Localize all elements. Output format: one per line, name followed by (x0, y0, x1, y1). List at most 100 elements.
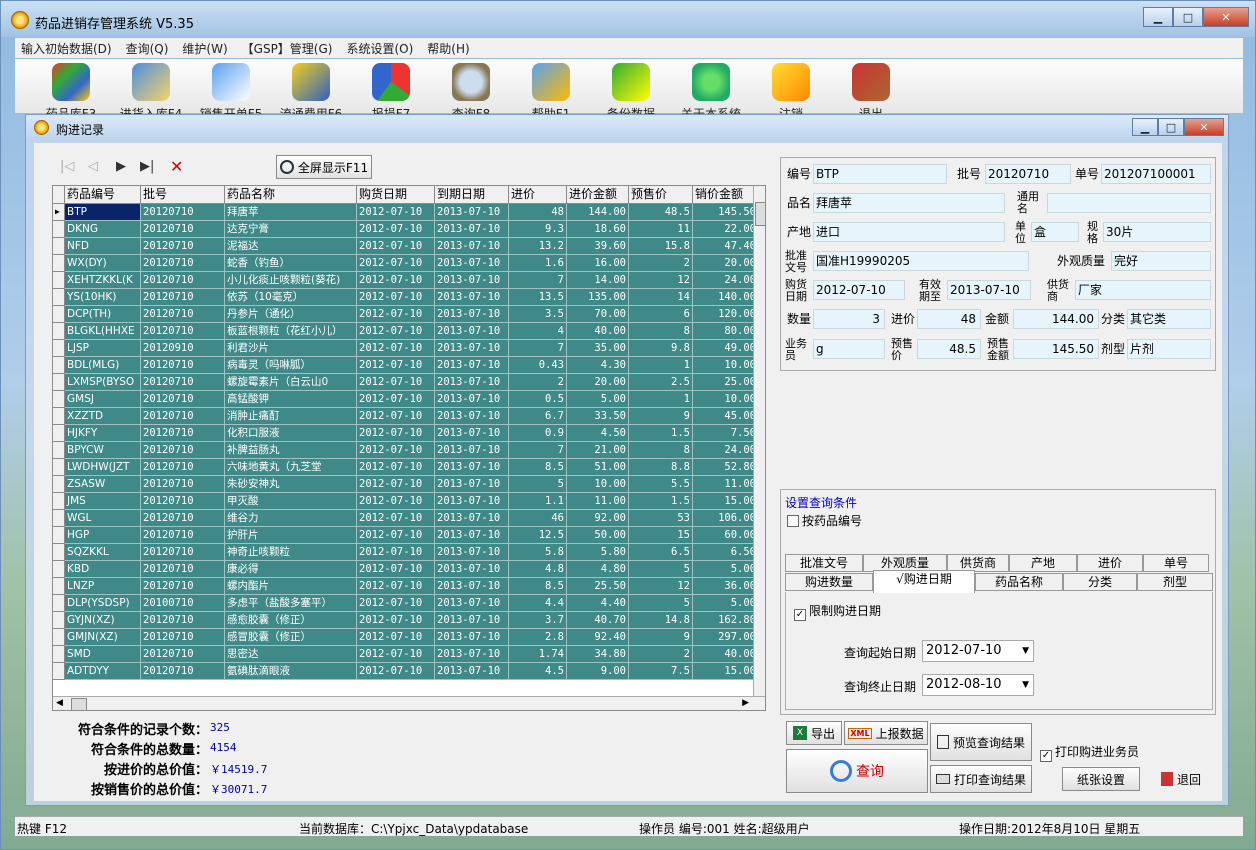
query-tab[interactable]: √购进日期 (873, 570, 975, 593)
table-row[interactable]: WX(DY) 20120710 蛇香（钓鱼） 2012-07-10 2013-07-10… (53, 255, 759, 272)
query-tab[interactable]: 批准文号 (785, 554, 863, 572)
table-row[interactable]: BPYCW 20120710 补脾益肠丸 2012-07-10 2013-07-10 7 2… (53, 442, 759, 459)
toolbar-button[interactable]: 帮助F1 (511, 63, 591, 121)
query-tab[interactable]: 产地 (1009, 554, 1077, 572)
code-field[interactable]: BTP (813, 164, 947, 184)
vertical-scrollbar[interactable] (753, 186, 765, 696)
child-close-button[interactable]: ✕ (1184, 118, 1224, 136)
toolbar-button[interactable]: 销售开单F5 (191, 63, 271, 121)
price-field[interactable]: 48 (917, 309, 981, 329)
approval-field[interactable]: 国准H19990205 (813, 251, 1029, 271)
category-field[interactable]: 其它类 (1127, 309, 1211, 329)
fullscreen-button[interactable]: 全屏显示F11 (276, 155, 372, 179)
table-row[interactable]: XZZTD 20120710 消肿止痛酊 2012-07-10 2013-07-10 6.… (53, 408, 759, 425)
child-maximize-button[interactable]: □ (1158, 118, 1184, 136)
spec-field[interactable]: 30片 (1103, 222, 1211, 242)
column-header[interactable]: 进价金额 (567, 186, 629, 203)
form-field[interactable]: 片剂 (1127, 339, 1211, 359)
buydate-field[interactable]: 2012-07-10 (813, 280, 905, 300)
search-button[interactable]: 查询 (786, 749, 928, 793)
nav-last-button[interactable]: ▶| (140, 159, 154, 174)
table-row[interactable]: ZSASW 20120710 朱砂安神丸 2012-07-10 2013-07-10 5 1… (53, 476, 759, 493)
back-button[interactable]: 退回 (1152, 767, 1210, 791)
menu-item[interactable]: 查询(Q) (126, 40, 169, 57)
menu-item[interactable]: 帮助(H) (427, 40, 469, 57)
toolbar-button[interactable]: 注销 (751, 63, 831, 121)
saleamt-field[interactable]: 145.50 (1013, 339, 1099, 359)
table-row[interactable]: KBD 20120710 康必得 2012-07-10 2013-07-10 4.8 4.8… (53, 561, 759, 578)
print-button[interactable]: 打印查询结果 (930, 765, 1032, 793)
toolbar-button[interactable]: 报损F7 (351, 63, 431, 121)
column-header[interactable]: 药品名称 (225, 186, 357, 203)
nav-next-button[interactable]: ▶ (116, 159, 126, 174)
table-row[interactable]: DKNG 20120710 达克宁膏 2012-07-10 2013-07-10 9.3 1… (53, 221, 759, 238)
table-row[interactable]: ▶ BTP 20120710 拜唐苹 2012-07-10 2013-07-10 48 144… (53, 204, 759, 221)
supplier-field[interactable]: 厂家 (1075, 280, 1211, 300)
table-row[interactable]: ADTDYY 20120710 氨碘肽滴眼液 2012-07-10 2013-07-10… (53, 663, 759, 680)
menu-item[interactable]: 维护(W) (182, 40, 227, 57)
column-header[interactable]: 进价 (509, 186, 567, 203)
unit-field[interactable]: 盒 (1031, 222, 1079, 242)
column-header[interactable]: 药品编号 (65, 186, 141, 203)
table-row[interactable]: GMSJ 20120710 高锰酸钾 2012-07-10 2013-07-10 0.5 5… (53, 391, 759, 408)
table-row[interactable]: LNZP 20120710 螺内酯片 2012-07-10 2013-07-10 8.5 2… (53, 578, 759, 595)
table-row[interactable]: WGL 20120710 维谷力 2012-07-10 2013-07-10 46 92.0… (53, 510, 759, 527)
table-row[interactable]: NFD 20120710 泥福达 2012-07-10 2013-07-10 13.2 39… (53, 238, 759, 255)
upload-button[interactable]: XML 上报数据 (844, 721, 928, 745)
toolbar-button[interactable]: 进货入库F4 (111, 63, 191, 121)
child-minimize-button[interactable]: ▁ (1132, 118, 1158, 136)
table-row[interactable]: HGP 20120710 护肝片 2012-07-10 2013-07-10 12.5 50… (53, 527, 759, 544)
table-row[interactable]: SMD 20120710 思密达 2012-07-10 2013-07-10 1.74 34… (53, 646, 759, 663)
records-grid[interactable]: 药品编号 批号 药品名称 购货日期 到期日期 进价 进价金额 预售价 销价金额 ▶ BTP 2012… (52, 185, 766, 711)
nav-prev-button[interactable]: ◁ (88, 159, 98, 174)
table-row[interactable]: XEHTZKKL(K 20120710 小儿化痰止咳颗粒(葵花) 2012-07-10… (53, 272, 759, 289)
paper-setup-button[interactable]: 纸张设置 (1062, 767, 1140, 791)
quality-field[interactable]: 完好 (1111, 251, 1211, 271)
generic-field[interactable] (1047, 193, 1211, 213)
table-row[interactable]: SQZKKL 20120710 神奇止咳颗粒 2012-07-10 2013-07-10… (53, 544, 759, 561)
start-date-select[interactable]: 2012-07-10 ▼ (922, 640, 1034, 662)
column-header[interactable]: 预售价 (629, 186, 693, 203)
minimize-button[interactable]: ▁ (1143, 7, 1173, 27)
maximize-button[interactable]: □ (1173, 7, 1203, 27)
query-tab[interactable]: 进价 (1077, 554, 1143, 572)
column-header[interactable]: 购货日期 (357, 186, 435, 203)
amount-field[interactable]: 144.00 (1013, 309, 1099, 329)
batch-field[interactable]: 20120710 (985, 164, 1071, 184)
table-row[interactable]: LXMSP(BYSO 20120710 螺旋霉素片（白云山0 2012-07-10 20… (53, 374, 759, 391)
origin-field[interactable]: 进口 (813, 222, 1005, 242)
toolbar-button[interactable]: 关于本系统 (671, 63, 751, 121)
table-row[interactable]: GYJN(XZ) 20120710 感愈胶囊（修正） 2012-07-10 2013-0… (53, 612, 759, 629)
toolbar-button[interactable]: 查询F8 (431, 63, 511, 121)
name-field[interactable]: 拜唐苹 (813, 193, 1005, 213)
column-header[interactable]: 销价金额 (693, 186, 759, 203)
qty-field[interactable]: 3 (813, 309, 885, 329)
delete-button[interactable]: ✕ (170, 157, 183, 176)
menu-item[interactable]: 系统设置(O) (346, 40, 413, 57)
print-staff-checkbox[interactable]: ✓ 打印购进业务员 (1040, 743, 1139, 762)
toolbar-button[interactable]: 备份数据 (591, 63, 671, 121)
menu-item[interactable]: 【GSP】管理(G) (242, 40, 333, 57)
query-tab[interactable]: 购进数量 (785, 573, 873, 591)
query-tab[interactable]: 单号 (1143, 554, 1209, 572)
query-tab[interactable]: 剂型 (1137, 573, 1213, 591)
table-row[interactable]: YS(10HK) 20120710 依苏（10毫克） 2012-07-10 2013-0… (53, 289, 759, 306)
table-row[interactable]: DLP(YSDSP) 20100710 多虑平（盐酸多塞平） 2012-07-10 20… (53, 595, 759, 612)
toolbar-button[interactable]: 流通费用F6 (271, 63, 351, 121)
toolbar-button[interactable]: 药品库F3 (31, 63, 111, 121)
presale-field[interactable]: 48.5 (917, 339, 981, 359)
doc-field[interactable]: 201207100001 (1101, 164, 1211, 184)
query-tab[interactable]: 分类 (1063, 573, 1137, 591)
table-row[interactable]: LJSP 20120910 利君沙片 2012-07-10 2013-07-10 7 35.… (53, 340, 759, 357)
table-row[interactable]: LWDHW(JZT 20120710 六味地黄丸（九芝堂 2012-07-10 2013… (53, 459, 759, 476)
table-row[interactable]: JMS 20120710 甲灭酸 2012-07-10 2013-07-10 1.1 11.… (53, 493, 759, 510)
toolbar-button[interactable]: 退出 (831, 63, 911, 121)
by-code-checkbox[interactable]: 按药品编号 (787, 512, 862, 529)
expiry-field[interactable]: 2013-07-10 (947, 280, 1031, 300)
table-row[interactable]: BLGKL(HHXE 20120710 板蓝根颗粒（花红小儿） 2012-07-10 2… (53, 323, 759, 340)
horizontal-scrollbar[interactable]: ◀ ▶ (53, 696, 765, 710)
table-row[interactable]: GMJN(XZ) 20120710 感冒胶囊（修正） 2012-07-10 2013-0… (53, 629, 759, 646)
table-row[interactable]: HJKFY 20120710 化积口服液 2012-07-10 2013-07-10 0.… (53, 425, 759, 442)
staff-field[interactable]: g (813, 339, 885, 359)
nav-first-button[interactable]: |◁ (60, 159, 74, 174)
